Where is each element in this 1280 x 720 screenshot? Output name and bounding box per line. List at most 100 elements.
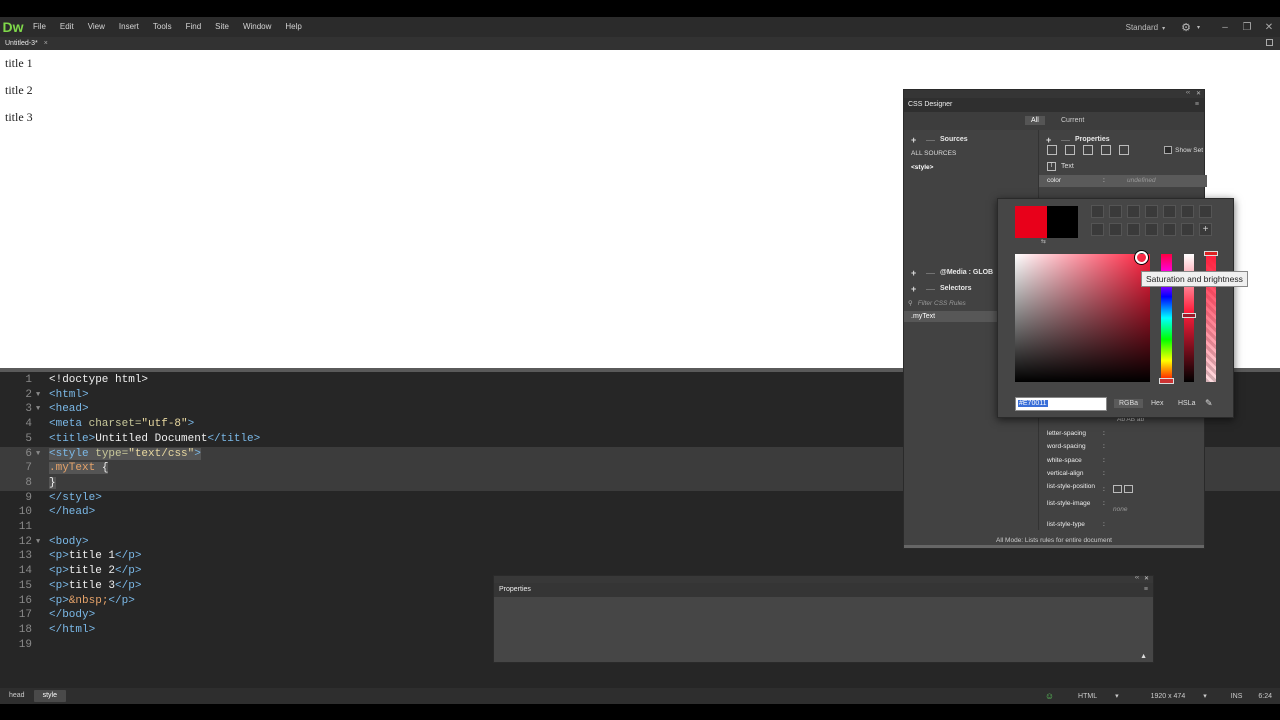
code-text[interactable]: <title>Untitled Document</title> <box>49 432 260 447</box>
format-hex-button[interactable]: Hex <box>1146 399 1168 408</box>
remove-selector-icon[interactable]: — <box>926 284 935 294</box>
fold-toggle-icon[interactable]: ▼ <box>36 447 40 462</box>
close-icon[interactable]: ✕ <box>1196 90 1201 97</box>
chevron-down-icon[interactable]: ▾ <box>1197 24 1200 31</box>
outside-icon[interactable] <box>1124 485 1133 493</box>
property-color-row[interactable]: color : undefined <box>1039 175 1207 187</box>
menu-help[interactable]: Help <box>278 17 308 37</box>
fold-toggle-icon[interactable]: ▼ <box>36 402 40 417</box>
eyedropper-icon[interactable]: ✎ <box>1205 398 1213 409</box>
tag-selector-style[interactable]: style <box>33 690 66 702</box>
code-text[interactable]: <body> <box>49 535 89 550</box>
property-value[interactable]: undefined <box>1127 177 1156 184</box>
layout-category-icon[interactable] <box>1047 145 1057 155</box>
more-category-icon[interactable] <box>1119 145 1129 155</box>
restore-button[interactable]: ❐ <box>1236 22 1258 33</box>
minimize-button[interactable]: – <box>1214 22 1236 33</box>
property-row[interactable]: letter-spacing : <box>1039 428 1207 440</box>
code-text[interactable]: <html> <box>49 388 89 403</box>
property-row[interactable]: list-style-type : <box>1039 519 1207 531</box>
format-rgba-button[interactable]: RGBa <box>1114 399 1144 408</box>
swatch-slot[interactable] <box>1127 223 1140 236</box>
border-category-icon[interactable] <box>1083 145 1093 155</box>
code-text[interactable]: <p>title 1</p> <box>49 549 141 564</box>
panel-options-icon[interactable] <box>1266 39 1273 46</box>
workspace-switcher[interactable]: Standard ▾ <box>1126 23 1165 32</box>
tab-untitled-3[interactable]: Untitled-3* × <box>0 40 53 47</box>
code-text[interactable]: <style type="text/css"> <box>49 447 201 462</box>
inside-icon[interactable] <box>1113 485 1122 493</box>
swatch-slot[interactable] <box>1181 205 1194 218</box>
collapse-icon[interactable]: ‹‹ <box>1135 575 1139 581</box>
hue-handle[interactable] <box>1159 378 1174 384</box>
insert-mode[interactable]: INS <box>1223 693 1251 700</box>
saturation-brightness-handle[interactable] <box>1135 251 1148 264</box>
saturation-brightness-field[interactable] <box>1015 254 1150 382</box>
code-text[interactable]: <p>&nbsp;</p> <box>49 594 135 609</box>
code-text[interactable]: <p>title 3</p> <box>49 579 141 594</box>
text-category-icon[interactable] <box>1065 145 1075 155</box>
add-selector-icon[interactable]: + <box>911 284 916 294</box>
show-set-checkbox[interactable] <box>1164 146 1173 154</box>
menu-file[interactable]: File <box>25 17 53 37</box>
close-icon[interactable]: ✕ <box>1144 575 1149 582</box>
swatch-slot[interactable] <box>1163 223 1176 236</box>
add-media-icon[interactable]: + <box>911 268 916 278</box>
swatch-slot[interactable] <box>1091 205 1104 218</box>
code-text[interactable]: <meta charset="utf-8"> <box>49 417 194 432</box>
close-window-button[interactable]: ✕ <box>1258 22 1280 33</box>
swatch-slot[interactable] <box>1091 223 1104 236</box>
source-style[interactable]: <style> <box>911 164 933 171</box>
swatch-slot[interactable] <box>1181 223 1194 236</box>
code-text[interactable]: </head> <box>49 505 95 520</box>
code-text[interactable]: </style> <box>49 491 102 506</box>
add-swatch-button[interactable]: + <box>1199 223 1212 236</box>
mode-all-button[interactable]: All <box>1025 116 1045 125</box>
panel-menu-icon[interactable]: ≡ <box>1144 586 1148 593</box>
fold-toggle-icon[interactable]: ▼ <box>36 388 40 403</box>
lightness-handle[interactable] <box>1182 313 1196 318</box>
menu-find[interactable]: Find <box>179 17 209 37</box>
live-paragraph[interactable]: title 2 <box>5 83 33 98</box>
close-icon[interactable]: × <box>44 40 48 47</box>
show-set-toggle[interactable]: Show Set <box>1164 146 1203 154</box>
remove-property-icon[interactable]: — <box>1061 135 1070 145</box>
fold-toggle-icon[interactable]: ▼ <box>36 535 40 550</box>
source-all[interactable]: ALL SOURCES <box>911 150 956 157</box>
swatch-slot[interactable] <box>1163 205 1176 218</box>
swatch-slot[interactable] <box>1127 205 1140 218</box>
previous-color-swatch[interactable] <box>1047 206 1078 238</box>
background-category-icon[interactable] <box>1101 145 1111 155</box>
swatch-slot[interactable] <box>1145 205 1158 218</box>
expand-icon[interactable]: ▲ <box>1140 653 1147 660</box>
linting-ok-icon[interactable]: ☺ <box>1037 691 1062 701</box>
property-row[interactable]: word-spacing : <box>1039 441 1207 453</box>
doc-type-select[interactable]: HTML ▾ <box>1062 692 1135 700</box>
color-value-input[interactable]: #E70011 <box>1015 397 1107 411</box>
tag-selector-head[interactable]: head <box>0 690 34 702</box>
code-text[interactable]: .myText { <box>49 461 109 476</box>
live-paragraph[interactable]: title 1 <box>5 56 33 71</box>
menu-window[interactable]: Window <box>236 17 278 37</box>
property-row[interactable]: list-style-image : none <box>1039 498 1207 513</box>
property-row[interactable]: vertical-align : <box>1039 468 1207 480</box>
mode-current-button[interactable]: Current <box>1055 116 1090 125</box>
property-row[interactable]: white-space : <box>1039 455 1207 467</box>
code-text[interactable]: <p>title 2</p> <box>49 564 141 579</box>
format-hsla-button[interactable]: HSLa <box>1173 399 1201 408</box>
swatch-slot[interactable] <box>1109 205 1122 218</box>
add-property-icon[interactable]: + <box>1046 135 1051 145</box>
menu-insert[interactable]: Insert <box>112 17 146 37</box>
panel-scrollbar[interactable] <box>904 545 1204 548</box>
live-paragraph[interactable]: title 3 <box>5 110 33 125</box>
gear-icon[interactable]: ⚙ <box>1181 21 1191 34</box>
code-text[interactable]: </body> <box>49 608 95 623</box>
property-row[interactable]: list-style-position : <box>1039 483 1207 496</box>
menu-site[interactable]: Site <box>208 17 236 37</box>
menu-edit[interactable]: Edit <box>53 17 81 37</box>
alpha-handle[interactable] <box>1204 251 1218 256</box>
code-text[interactable]: <head> <box>49 402 89 417</box>
swatch-slot[interactable] <box>1109 223 1122 236</box>
window-size-select[interactable]: 1920 x 474 ▾ <box>1135 692 1223 700</box>
swap-colors-icon[interactable]: ⇆ <box>1041 238 1046 245</box>
